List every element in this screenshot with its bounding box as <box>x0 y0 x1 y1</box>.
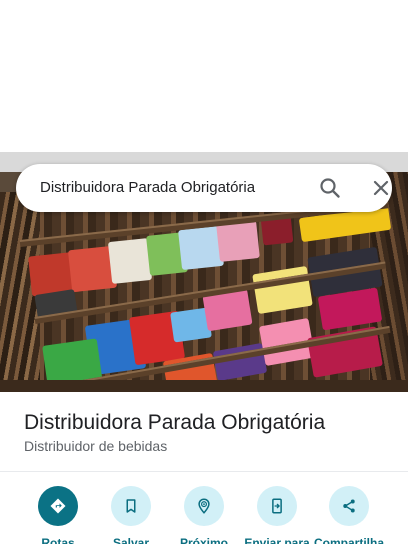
send-to-phone-button[interactable]: Enviar para <box>237 486 317 544</box>
divider <box>0 471 408 472</box>
photo-counter <box>0 380 408 392</box>
close-icon[interactable] <box>369 176 393 200</box>
bookmark-icon <box>111 486 151 526</box>
directions-label: Rotas <box>41 536 75 544</box>
send-to-phone-icon <box>257 486 297 526</box>
place-category[interactable]: Distribuidor de bebidas <box>24 437 167 455</box>
search-icon[interactable] <box>318 176 342 200</box>
nearby-label: Próximo <box>179 536 228 544</box>
search-input[interactable]: Distribuidora Parada Obrigatória <box>40 178 255 198</box>
save-label: Salvar <box>112 536 150 544</box>
send-to-phone-label: Enviar para <box>244 536 310 544</box>
map-blank-area <box>0 0 408 152</box>
place-title: Distribuidora Parada Obrigatória <box>24 411 326 434</box>
directions-icon <box>38 486 78 526</box>
photo-product <box>252 265 313 315</box>
save-button[interactable]: Salvar <box>91 486 171 544</box>
directions-button[interactable]: Rotas <box>18 486 98 544</box>
share-button[interactable]: Compartilha <box>309 486 389 544</box>
photo-product <box>216 220 260 262</box>
search-bar[interactable]: Distribuidora Parada Obrigatória <box>16 164 392 212</box>
share-label: Compartilha <box>313 536 384 544</box>
share-icon <box>329 486 369 526</box>
nearby-icon <box>184 486 224 526</box>
photo-product <box>107 238 153 284</box>
nearby-button[interactable]: Próximo <box>164 486 244 544</box>
